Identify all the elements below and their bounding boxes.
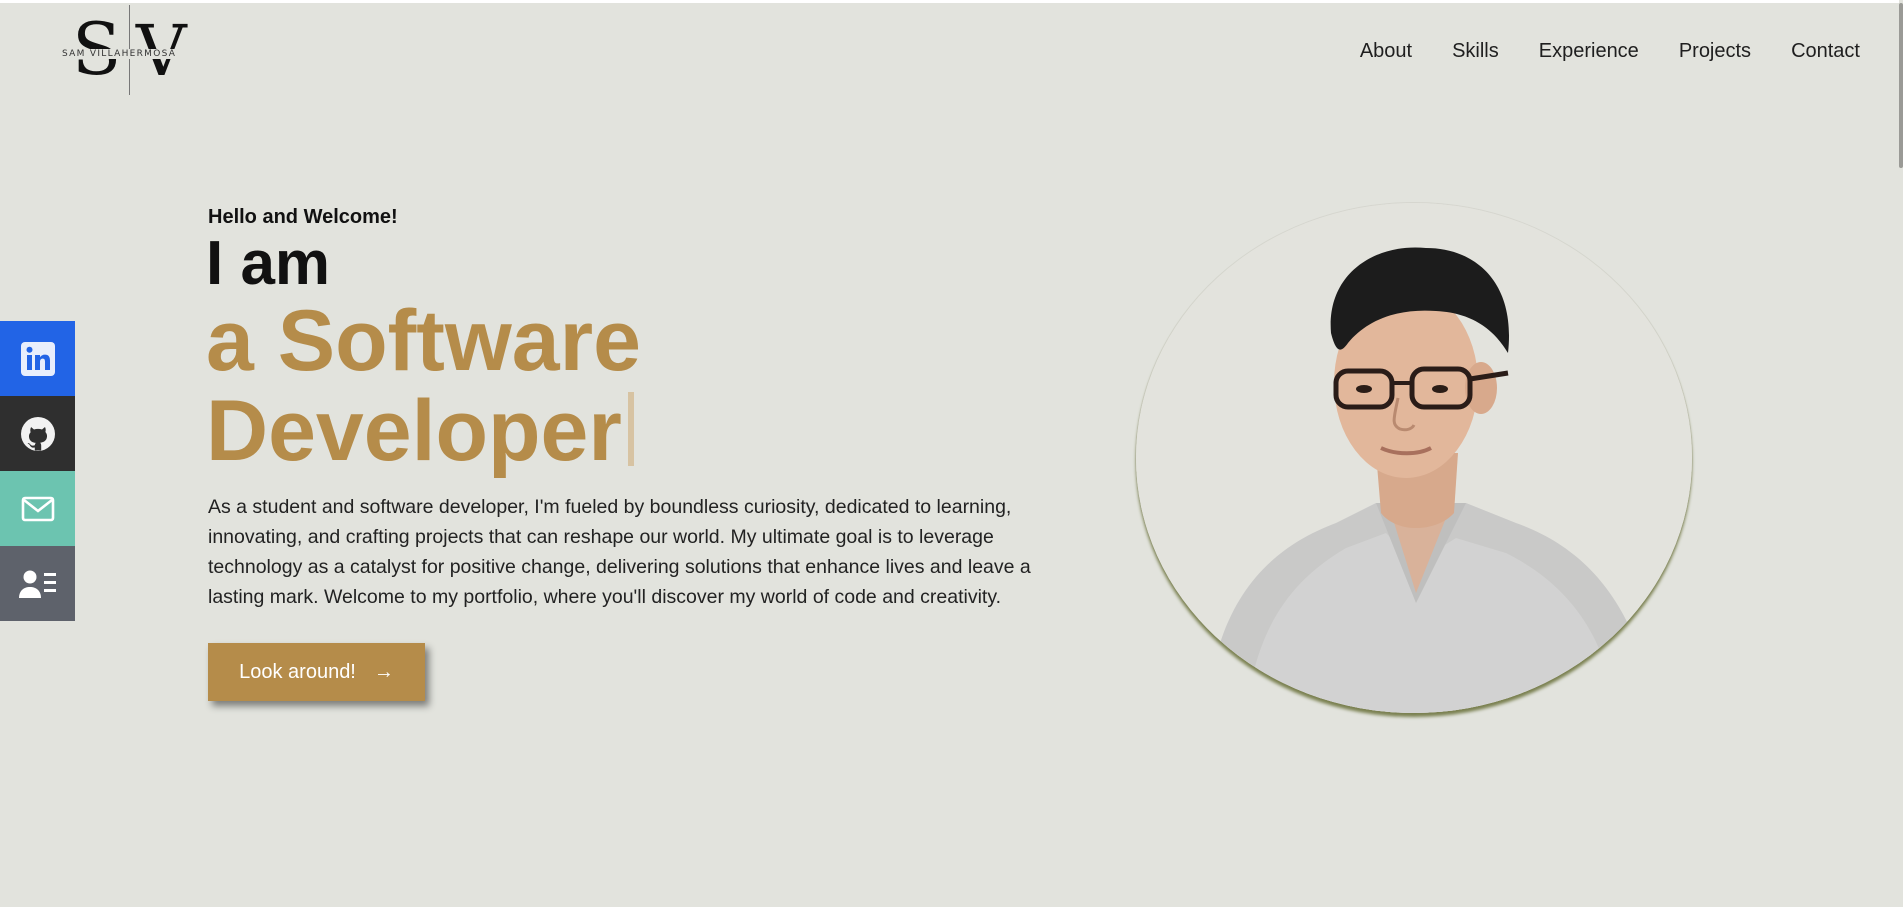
typing-caret bbox=[627, 392, 634, 466]
main-nav: About Skills Experience Projects Contact bbox=[1360, 40, 1860, 63]
hero-role-line1: a Software bbox=[206, 293, 641, 389]
github-icon bbox=[20, 416, 55, 451]
hero-bio: As a student and software developer, I'm… bbox=[208, 496, 1031, 608]
scrollbar-thumb[interactable] bbox=[1899, 3, 1903, 168]
github-button[interactable] bbox=[0, 396, 75, 471]
top-edge bbox=[0, 0, 1903, 3]
hero-greeting: Hello and Welcome! bbox=[208, 206, 398, 228]
arrow-right-icon: → bbox=[373, 660, 394, 683]
nav-about[interactable]: About bbox=[1360, 40, 1412, 63]
linkedin-button[interactable] bbox=[0, 321, 75, 396]
nav-contact[interactable]: Contact bbox=[1791, 40, 1860, 63]
nav-projects[interactable]: Projects bbox=[1679, 40, 1751, 63]
hero-role-line2-wrap: Developer bbox=[206, 386, 766, 476]
hero-role: a Software Developer bbox=[206, 296, 766, 476]
look-around-label: Look around! bbox=[239, 660, 356, 683]
social-sidebar bbox=[0, 321, 75, 621]
mail-button[interactable] bbox=[0, 471, 75, 546]
logo-name: SAM VILLAHERMOSA bbox=[62, 49, 202, 59]
nav-experience[interactable]: Experience bbox=[1539, 40, 1639, 63]
resume-button[interactable] bbox=[0, 546, 75, 621]
profile-photo bbox=[1136, 203, 1692, 713]
hero-role-line2: Developer bbox=[206, 383, 622, 479]
logo[interactable]: S V SAM VILLAHERMOSA bbox=[62, 5, 202, 97]
mail-icon bbox=[21, 496, 54, 521]
profile-photo-illustration bbox=[1136, 203, 1692, 713]
look-around-button[interactable]: Look around! → bbox=[208, 643, 425, 701]
resume-icon bbox=[18, 570, 56, 598]
nav-skills[interactable]: Skills bbox=[1452, 40, 1499, 63]
hero-intro: I am bbox=[206, 229, 331, 298]
linkedin-icon bbox=[20, 341, 55, 376]
